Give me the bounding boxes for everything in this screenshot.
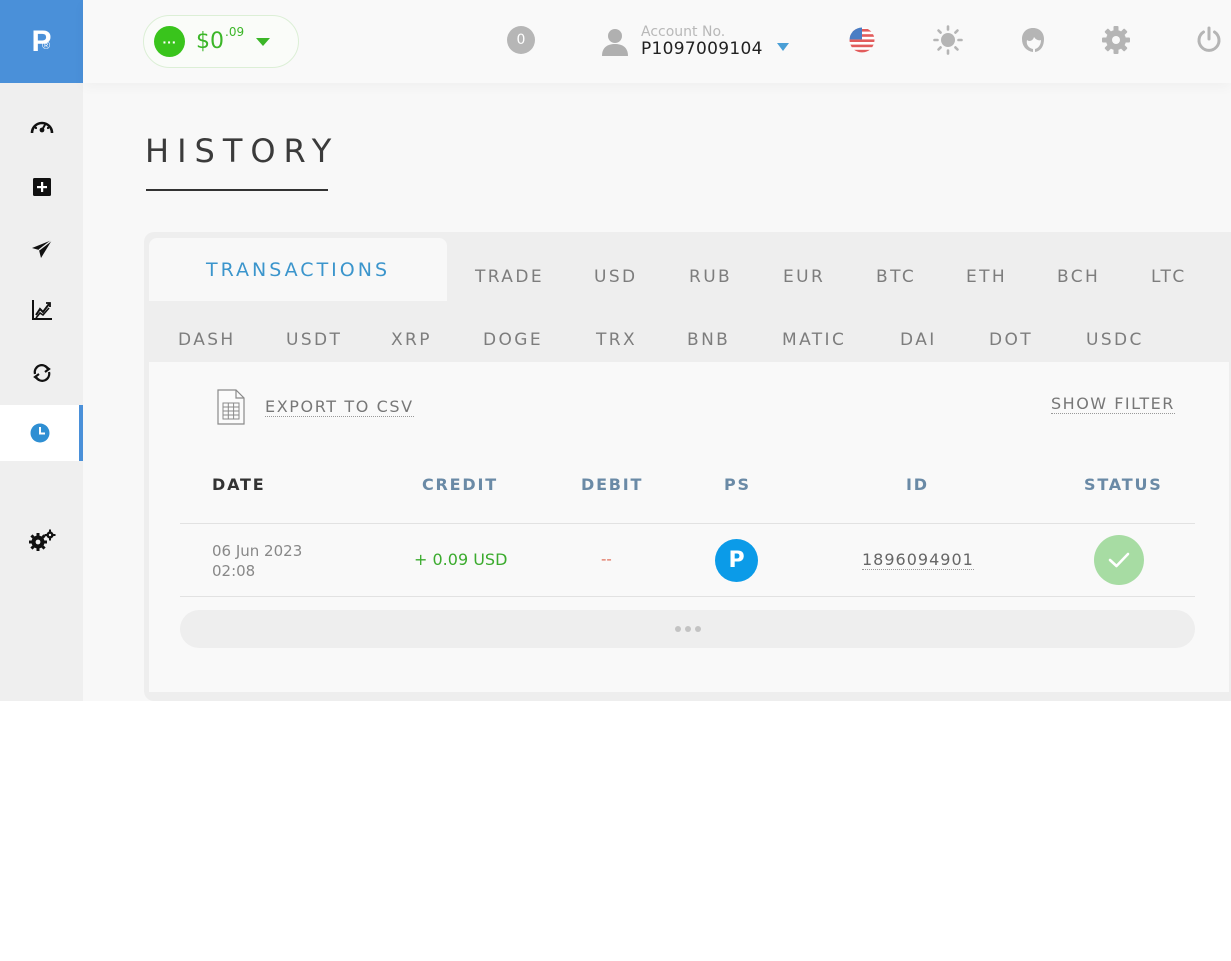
logo-registered-mark: ® [42,40,51,52]
cell-credit: + 0.09 USD [414,550,508,569]
tab-bch[interactable]: BCH [1057,267,1100,287]
plus-square-icon [32,178,51,196]
cell-debit: -- [601,550,612,568]
sidebar-item-settings[interactable] [0,512,83,568]
language-selector[interactable] [846,24,878,56]
cell-transaction-id[interactable]: 1896094901 [862,550,974,570]
us-flag-icon [849,27,875,53]
balance-pill[interactable]: ··· $0 .09 [143,15,299,68]
balance-menu-icon[interactable]: ··· [154,26,185,57]
sidebar-item-send[interactable] [0,221,83,277]
page-title: HISTORY [145,132,340,170]
cell-date-day: 06 Jun 2023 [212,542,303,560]
load-more-dot [694,626,701,632]
support-button[interactable] [1017,24,1049,56]
tab-usd[interactable]: USD [594,267,638,287]
user-avatar-icon [602,29,628,56]
export-csv-button[interactable]: EXPORT TO CSV [217,389,414,425]
payment-system-badge: P [715,539,758,582]
export-csv-label: EXPORT TO CSV [265,397,414,417]
tab-dash[interactable]: DASH [178,330,236,350]
account-label: Account No. [641,24,726,40]
tab-xrp[interactable]: XRP [391,330,432,350]
table-header-divider [180,523,1195,524]
gear-icon [1102,26,1130,54]
load-more-dot [674,626,681,632]
theme-toggle[interactable] [932,24,964,56]
logout-button[interactable] [1193,24,1225,56]
send-plane-icon [31,239,52,258]
tab-eur[interactable]: EUR [783,267,825,287]
tab-dai[interactable]: DAI [900,330,937,350]
settings-button[interactable] [1100,24,1132,56]
cell-date-time: 02:08 [212,562,256,580]
tab-eth[interactable]: ETH [966,267,1007,287]
clock-icon [30,423,49,443]
chevron-down-icon[interactable] [256,37,271,46]
tab-bnb[interactable]: BNB [687,330,730,350]
tab-btc[interactable]: BTC [876,267,916,287]
column-header-ps[interactable]: PS [724,475,751,494]
sidebar-item-exchange[interactable] [0,345,83,401]
app-frame: P ® ··· $0 .09 0 Account No. P1097009104… [0,0,1231,701]
column-header-credit[interactable]: CREDIT [422,475,498,494]
top-header: ··· $0 .09 0 Account No. P1097009104 [83,0,1231,83]
load-more-dot [684,626,691,632]
tab-matic[interactable]: MATIC [782,330,846,350]
account-chevron-down-icon[interactable] [776,43,789,51]
balance-amount: $0 [196,29,224,54]
sidebar: P ® [0,0,83,701]
tab-doge[interactable]: DOGE [483,330,543,350]
load-more-button[interactable] [180,610,1195,648]
status-badge [1094,535,1144,585]
settings-gears-icon [28,529,55,551]
title-underline [146,189,328,191]
tab-dot[interactable]: DOT [989,330,1033,350]
table-row-divider [180,596,1195,597]
balance-cents: .09 [225,24,245,39]
tab-trade[interactable]: TRADE [475,267,544,287]
sidebar-item-trade[interactable] [0,282,83,338]
sidebar-item-dashboard[interactable] [0,99,83,155]
chart-trend-icon [31,300,52,320]
tab-transactions[interactable]: TRANSACTIONS [149,238,447,301]
show-filter-button[interactable]: SHOW FILTER [1051,394,1175,414]
spreadsheet-file-icon [217,389,245,425]
tab-rub[interactable]: RUB [689,267,732,287]
column-header-date[interactable]: DATE [212,475,265,494]
sidebar-item-history[interactable] [0,405,83,461]
column-header-id[interactable]: ID [906,475,929,494]
cell-date: 06 Jun 2023 02:08 [212,541,302,581]
tab-usdt[interactable]: USDT [286,330,342,350]
dashboard-gauge-icon [30,121,53,134]
logo[interactable]: P ® [0,0,83,83]
column-header-status[interactable]: STATUS [1084,475,1163,494]
account-info: Account No. P1097009104 [641,25,763,59]
tab-usdc[interactable]: USDC [1086,330,1144,350]
account-selector[interactable]: Account No. P1097009104 [601,22,789,62]
power-icon [1197,26,1221,52]
account-number: P1097009104 [641,39,763,59]
sun-icon [933,25,963,55]
exchange-arrows-icon [32,364,51,382]
column-header-debit[interactable]: DEBIT [581,475,643,494]
tab-trx[interactable]: TRX [596,330,637,350]
tab-ltc[interactable]: LTC [1151,267,1187,287]
notification-count-badge[interactable]: 0 [507,26,535,54]
checkmark-icon [1108,552,1130,568]
support-agent-icon [1022,28,1044,52]
sidebar-item-deposit[interactable] [0,159,83,215]
